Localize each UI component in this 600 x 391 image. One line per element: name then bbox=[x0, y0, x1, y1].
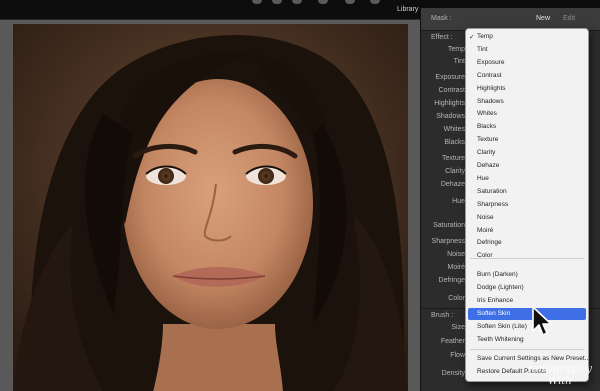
menu-preset-item[interactable]: Soften Skin (Lite) bbox=[477, 323, 527, 330]
menu-item[interactable]: Tint bbox=[477, 46, 488, 53]
mask-label: Mask : bbox=[431, 15, 452, 22]
menu-item[interactable]: Temp bbox=[469, 33, 493, 41]
toolbar-tab-icon[interactable] bbox=[252, 0, 262, 4]
photo-canvas-area bbox=[0, 20, 420, 391]
slider-label: Dehaze bbox=[440, 181, 465, 188]
menu-separator bbox=[470, 258, 584, 259]
menu-item[interactable]: Defringe bbox=[477, 239, 502, 246]
brush-slider-label: Density bbox=[441, 370, 465, 377]
toolbar-tab-icon[interactable] bbox=[292, 0, 302, 4]
toolbar-tab-icon[interactable] bbox=[370, 0, 380, 4]
slider-label: Blacks bbox=[444, 139, 465, 146]
menu-item[interactable]: Blacks bbox=[477, 123, 496, 130]
slider-label: Hue bbox=[452, 198, 465, 205]
edit-mask-button[interactable]: Edit bbox=[563, 15, 575, 22]
menu-item[interactable]: Whites bbox=[477, 110, 497, 117]
toolbar-tab-icon[interactable] bbox=[345, 0, 355, 4]
menu-item[interactable]: Noise bbox=[477, 214, 494, 221]
menu-item[interactable]: Sharpness bbox=[477, 201, 508, 208]
menu-preset-item[interactable]: Dodge (Lighten) bbox=[477, 284, 524, 291]
menu-item[interactable]: Moiré bbox=[477, 227, 493, 234]
slider-label: Clarity bbox=[445, 168, 465, 175]
menu-item[interactable]: Saturation bbox=[477, 188, 507, 195]
mouse-pointer-icon bbox=[531, 306, 553, 343]
slider-label: Color bbox=[448, 295, 465, 302]
watermark-text: With bbox=[548, 376, 572, 387]
slider-label: Texture bbox=[442, 155, 465, 162]
menu-item[interactable]: Shadows bbox=[477, 98, 504, 105]
slider-label: Saturation bbox=[433, 222, 465, 229]
menu-item[interactable]: Texture bbox=[477, 136, 498, 143]
module-library-label[interactable]: Library bbox=[397, 6, 418, 13]
menu-item[interactable]: Exposure bbox=[477, 59, 504, 66]
effect-dropdown-menu: Temp Tint Exposure Contrast Highlights Shadow… bbox=[465, 28, 590, 382]
slider-label: Sharpness bbox=[431, 238, 465, 245]
slider-label: Whites bbox=[443, 126, 465, 133]
slider-label: Moiré bbox=[447, 264, 465, 271]
slider-label: Shadows bbox=[436, 113, 465, 120]
watermark-text: hotography bbox=[528, 362, 592, 375]
menu-item[interactable]: Highlights bbox=[477, 85, 506, 92]
slider-label: Tint bbox=[453, 58, 465, 65]
toolbar-tab-icon[interactable] bbox=[318, 0, 328, 4]
toolbar-tab-icon[interactable] bbox=[272, 0, 282, 4]
menu-preset-item[interactable]: Teeth Whitening bbox=[477, 336, 524, 343]
menu-item[interactable]: Hue bbox=[477, 175, 489, 182]
slider-label: Temp bbox=[447, 46, 465, 53]
brush-slider-label: Flow bbox=[450, 352, 465, 359]
menu-item[interactable]: Clarity bbox=[477, 149, 495, 156]
menu-preset-item[interactable]: Burn (Darken) bbox=[477, 271, 518, 278]
brush-slider-label: Size bbox=[451, 324, 465, 331]
brush-slider-label: Feather bbox=[440, 338, 465, 345]
menu-item[interactable]: Dehaze bbox=[477, 162, 499, 169]
slider-label: Defringe bbox=[438, 277, 465, 284]
slider-label: Contrast bbox=[438, 87, 465, 94]
new-mask-button[interactable]: New bbox=[536, 15, 550, 22]
effect-label: Effect : bbox=[431, 34, 453, 41]
menu-preset-item[interactable]: Iris Enhance bbox=[477, 297, 513, 304]
slider-label: Highlights bbox=[434, 100, 465, 107]
portrait-photo[interactable] bbox=[13, 24, 408, 391]
slider-label: Exposure bbox=[435, 74, 465, 81]
menu-item[interactable]: Contrast bbox=[477, 72, 502, 79]
slider-label: Noise bbox=[447, 251, 465, 258]
menu-separator bbox=[470, 349, 584, 350]
menu-action-item[interactable]: Save Current Settings as New Preset... bbox=[477, 355, 590, 362]
brush-label: Brush : bbox=[431, 312, 454, 319]
menu-preset-item[interactable]: Soften Skin bbox=[477, 310, 510, 317]
